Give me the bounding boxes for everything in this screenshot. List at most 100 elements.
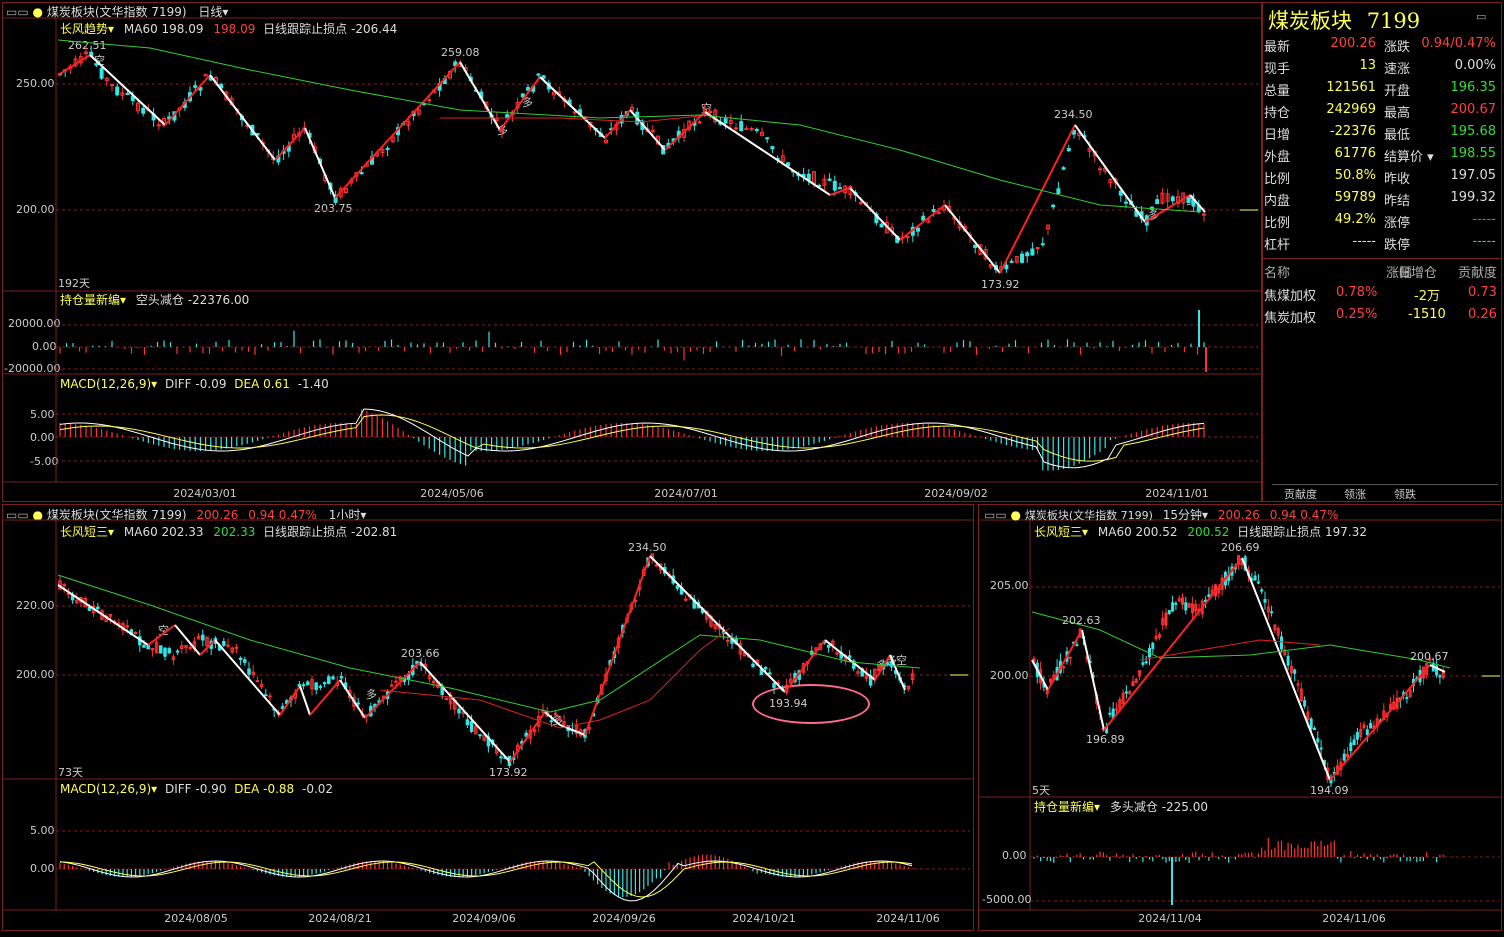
quote-tabs: 贡献度 领涨 领跌 bbox=[1272, 484, 1498, 501]
candle-body bbox=[838, 187, 842, 190]
stop-loss-label: 日线跟踪止损点 197.32 bbox=[1237, 525, 1367, 539]
days-label: 5天 bbox=[1032, 784, 1050, 797]
ma-red-line bbox=[440, 115, 701, 123]
row-contrib: 0.26 bbox=[1468, 307, 1497, 322]
quote-value: ----- bbox=[1472, 234, 1496, 249]
candle-body bbox=[916, 227, 920, 232]
quote-value: 59789 bbox=[1334, 190, 1376, 205]
change-pct: 0.47% bbox=[1300, 508, 1339, 522]
window-icon[interactable]: ▭▭ bbox=[6, 508, 29, 522]
top-daily-chart[interactable] bbox=[0, 0, 1262, 502]
candle-body bbox=[1056, 188, 1061, 194]
trend-zigzag bbox=[57, 54, 91, 76]
quote-header: 煤炭板块 7199 bbox=[1268, 5, 1420, 35]
row-contrib: 0.73 bbox=[1468, 285, 1497, 300]
signal-label: 空 bbox=[896, 654, 907, 667]
quote-row: 内盘 59789 昨结 199.32 bbox=[1262, 188, 1502, 210]
candle-body bbox=[754, 128, 759, 131]
trend-zigzag bbox=[604, 109, 631, 139]
table-row[interactable]: 焦煤加权 0.78% -2万 0.73 bbox=[1262, 285, 1502, 304]
trend-zigzag bbox=[459, 61, 501, 131]
candle-body bbox=[526, 87, 530, 91]
signal-label: 多 bbox=[552, 714, 563, 727]
signal-label: 多 bbox=[366, 688, 377, 701]
peak-label: 202.63 bbox=[1062, 614, 1101, 627]
col-name[interactable]: 名称 bbox=[1264, 262, 1290, 281]
quote-value: 121561 bbox=[1326, 80, 1376, 95]
candle-body bbox=[1202, 213, 1206, 216]
quote-label: 昨结 bbox=[1384, 194, 1411, 209]
row-name: 焦炭加权 bbox=[1264, 311, 1317, 326]
candle-body bbox=[1035, 247, 1040, 250]
candle-body bbox=[879, 223, 884, 228]
candle-body bbox=[723, 118, 728, 124]
candle-body bbox=[520, 93, 525, 98]
table-row[interactable]: 焦炭加权 0.25% -1510 0.26 bbox=[1262, 307, 1502, 326]
col-contrib[interactable]: 贡献度 bbox=[1458, 262, 1497, 281]
quote-value: 50.8% bbox=[1334, 168, 1376, 183]
macd-selector[interactable]: MACD(12,26,9)▾ bbox=[60, 782, 157, 796]
candle-body bbox=[1118, 190, 1123, 196]
tab-leading-up[interactable]: 领涨 bbox=[1344, 486, 1366, 502]
macd-tick: 0.00 bbox=[30, 862, 55, 875]
candle-body bbox=[125, 92, 130, 95]
tab-leading-down[interactable]: 领跌 bbox=[1394, 486, 1416, 502]
x-date: 2024/10/21 bbox=[732, 912, 796, 925]
candle-body bbox=[765, 137, 770, 140]
tab-contrib[interactable]: 贡献度 bbox=[1284, 486, 1317, 502]
candle-body bbox=[385, 147, 390, 150]
candle-body bbox=[786, 162, 790, 167]
quote-row: 现手 13 速涨 0.00% bbox=[1262, 56, 1502, 78]
quote-fields: 最新 200.26 涨跌 0.94/0.47% 现手 13 速涨 0.00% 总量 121561 开… bbox=[1262, 34, 1502, 254]
quote-row: 杠杆 ----- 跌停 ----- bbox=[1262, 232, 1502, 254]
bl-title-bar: ▭▭ ● 煤炭板块(文华指数 7199) 200.26 0.94 0.47% 1… bbox=[6, 507, 366, 523]
trough-label: 196.89 bbox=[1086, 733, 1125, 746]
indicator-selector[interactable]: 长风短三▾ bbox=[60, 525, 114, 539]
quote-label: 涨跌 bbox=[1384, 40, 1411, 55]
title-dot-icon: ● bbox=[1010, 508, 1021, 522]
days-label: 73天 bbox=[58, 766, 83, 779]
candle-body bbox=[827, 178, 832, 181]
quote-label: 昨收 bbox=[1384, 172, 1411, 187]
indicator-selector[interactable]: 长风短三▾ bbox=[1034, 525, 1088, 539]
y-tick: 220.00 bbox=[16, 599, 55, 612]
quote-label: 杠杆 bbox=[1264, 238, 1291, 253]
change-pct: 0.47% bbox=[278, 508, 317, 522]
row-oi: -1510 bbox=[1408, 307, 1446, 322]
trend-zigzag bbox=[849, 187, 901, 241]
trough-label: 194.09 bbox=[1310, 784, 1349, 797]
y-tick: 200.00 bbox=[16, 668, 55, 681]
quote-label: 日增 bbox=[1264, 128, 1291, 143]
candle-body bbox=[770, 146, 775, 150]
candle-body bbox=[536, 73, 541, 76]
candle-body bbox=[1098, 168, 1102, 171]
peak-label: 200.67 bbox=[1410, 650, 1449, 663]
bl-macd-bar: MACD(12,26,9)▾ DIFF -0.90 DEA -0.88 -0.0… bbox=[60, 781, 333, 797]
quote-name: 煤炭板块 bbox=[1268, 9, 1352, 33]
candle-body bbox=[936, 212, 941, 215]
trend-zigzag bbox=[334, 61, 461, 199]
oi-selector[interactable]: 持仓量新编▾ bbox=[1034, 800, 1100, 814]
quote-value: 200.67 bbox=[1450, 102, 1497, 117]
row-oi: -2万 bbox=[1414, 289, 1440, 304]
quote-label: 比例 bbox=[1264, 216, 1291, 231]
quote-value: ----- bbox=[1352, 234, 1376, 249]
quote-label: 现手 bbox=[1264, 62, 1291, 77]
stop-loss-label: 日线跟踪止损点 -202.81 bbox=[263, 525, 398, 539]
period-selector[interactable]: 15分钟▾ bbox=[1163, 508, 1208, 522]
period-selector[interactable]: 1小时▾ bbox=[329, 508, 367, 522]
quote-label[interactable]: 结算价 ▾ bbox=[1384, 146, 1434, 165]
quote-value: 242969 bbox=[1326, 102, 1376, 117]
quote-label: 最低 bbox=[1384, 128, 1411, 143]
quote-label: 总量 bbox=[1264, 84, 1291, 99]
highlight-circle bbox=[752, 684, 870, 724]
oi-desc: 多头减仓 -225.00 bbox=[1109, 800, 1209, 814]
oi-tick: -5000.00 bbox=[982, 893, 1032, 906]
candle-body bbox=[193, 85, 198, 88]
window-icon[interactable]: ▭▭ bbox=[984, 508, 1007, 522]
peak-label: 206.69 bbox=[1221, 541, 1260, 554]
candle-body bbox=[973, 244, 978, 249]
col-oi[interactable]: 日增仓 bbox=[1398, 262, 1437, 281]
change: 0.94 bbox=[1269, 508, 1297, 522]
quote-settings-icon[interactable]: ▭ bbox=[1476, 10, 1486, 23]
